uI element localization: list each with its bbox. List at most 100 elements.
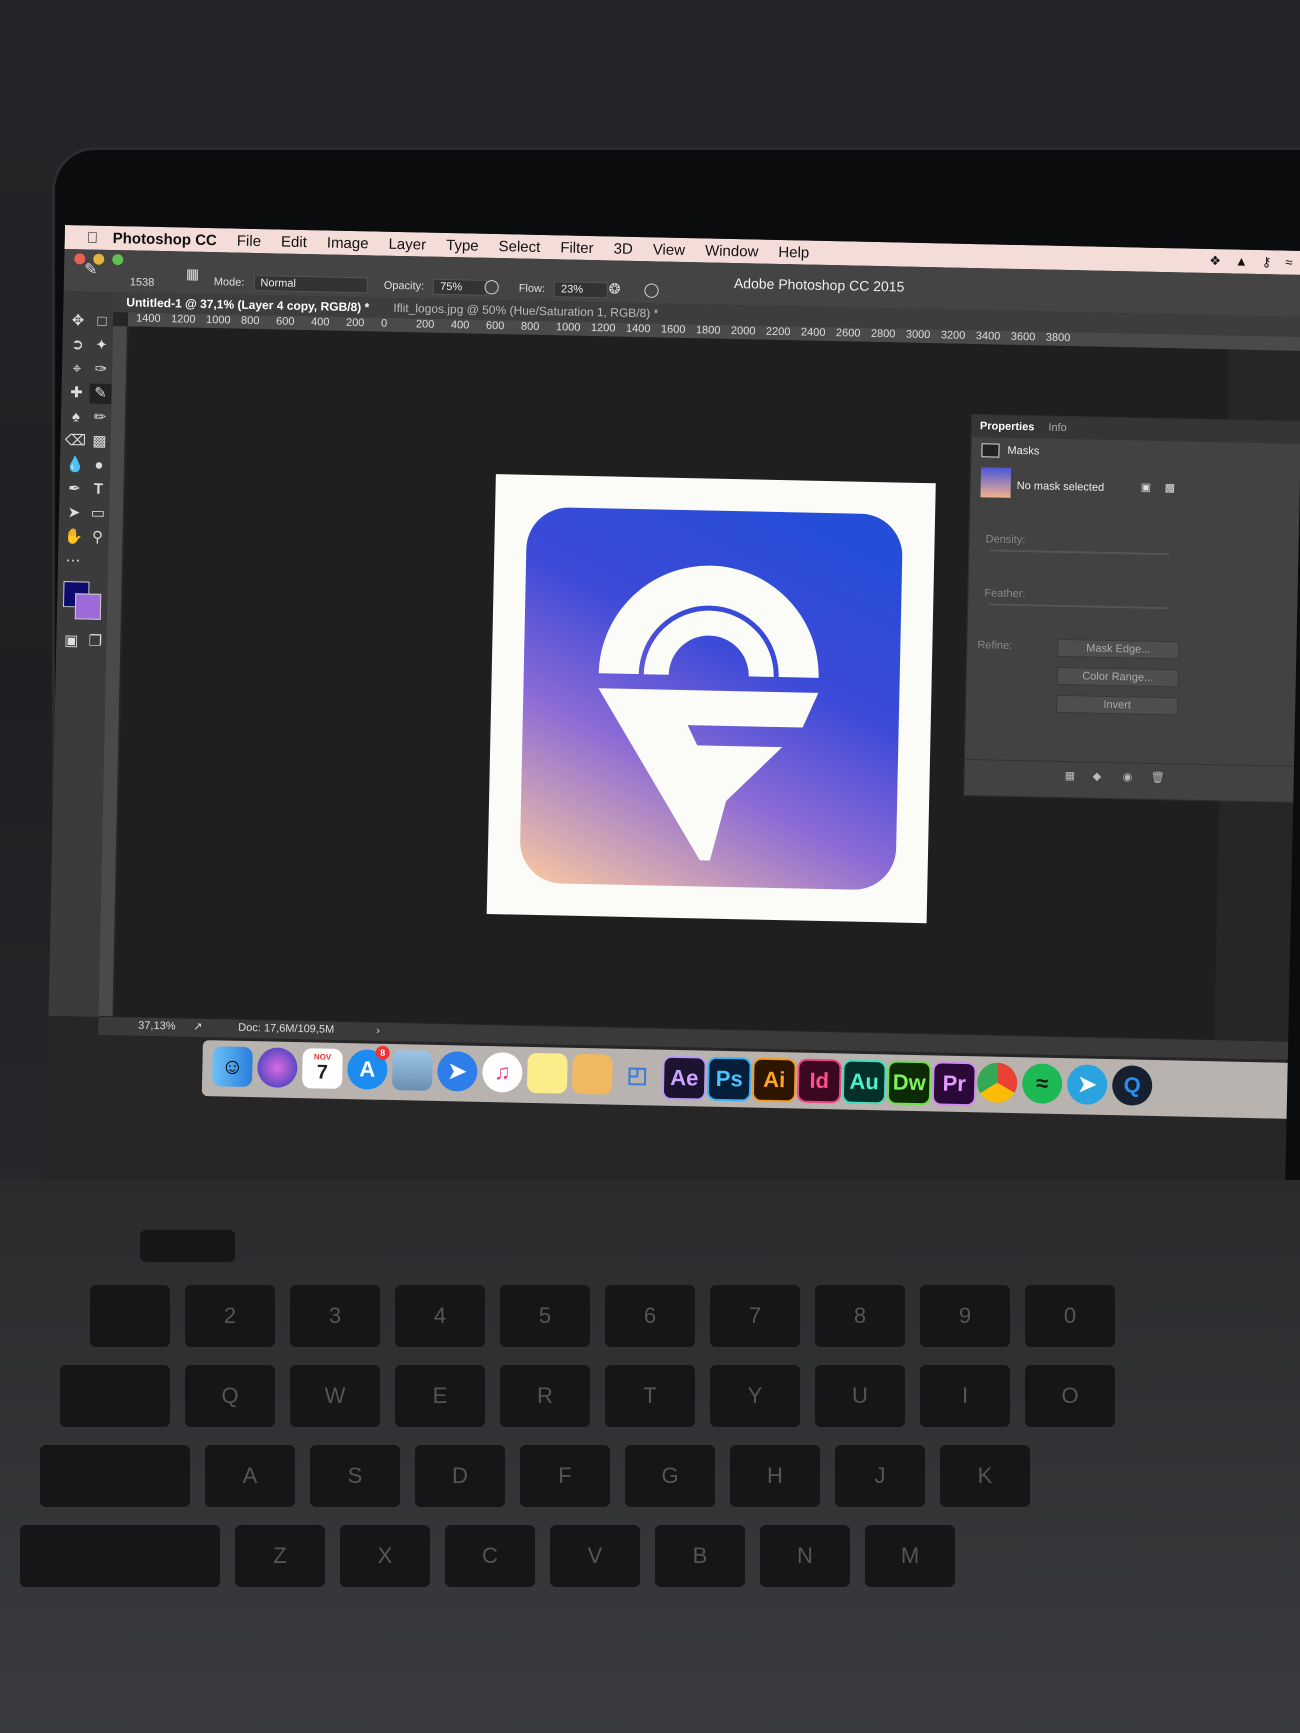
more-tools-icon[interactable]: ⋯ bbox=[62, 551, 84, 571]
notes-icon[interactable] bbox=[526, 1052, 568, 1094]
audition-icon[interactable]: Au bbox=[841, 1059, 887, 1105]
brush-panel-icon[interactable]: ▦ bbox=[186, 266, 200, 283]
key: T bbox=[605, 1365, 695, 1427]
eraser-tool-icon[interactable]: ⌫ bbox=[64, 431, 87, 451]
mask-edge-button[interactable]: Mask Edge... bbox=[1057, 638, 1180, 660]
share-icon[interactable]: ↗ bbox=[193, 1020, 202, 1033]
menu-image[interactable]: Image bbox=[327, 234, 369, 252]
preview-icon[interactable] bbox=[391, 1050, 433, 1091]
history-brush-tool-icon[interactable]: ✏ bbox=[89, 408, 111, 428]
menu-filter[interactable]: Filter bbox=[560, 239, 594, 257]
siri-icon[interactable] bbox=[256, 1047, 298, 1089]
location-pin-logo-icon bbox=[598, 565, 819, 861]
dreamweaver-icon[interactable]: Dw bbox=[886, 1060, 932, 1106]
brush-size[interactable]: 1538 bbox=[130, 276, 155, 289]
safari-icon[interactable]: ➤ bbox=[436, 1050, 478, 1092]
crop-tool-icon[interactable]: ⌖ bbox=[66, 359, 88, 379]
background-color-swatch[interactable] bbox=[74, 593, 102, 620]
key: Z bbox=[235, 1525, 325, 1587]
feather-slider[interactable] bbox=[988, 603, 1169, 610]
tab-untitled[interactable]: Untitled-1 @ 37,1% (Layer 4 copy, RGB/8)… bbox=[126, 295, 369, 314]
tab-info[interactable]: Info bbox=[1048, 422, 1067, 434]
magic-wand-tool-icon[interactable]: ✦ bbox=[90, 336, 112, 356]
eyedropper-tool-icon[interactable]: ✑ bbox=[90, 360, 112, 380]
drive-icon[interactable]: ▲ bbox=[1235, 254, 1248, 270]
healing-brush-tool-icon[interactable]: ✚ bbox=[65, 383, 87, 403]
dropbox-icon[interactable]: ❖ bbox=[1209, 253, 1221, 269]
menu-window[interactable]: Window bbox=[705, 242, 759, 260]
brush-tool-icon-active[interactable]: ✎ bbox=[89, 383, 112, 405]
gradient-tool-icon[interactable]: ▩ bbox=[88, 432, 110, 452]
menu-3d[interactable]: 3D bbox=[613, 240, 633, 257]
document-canvas[interactable] bbox=[486, 474, 936, 924]
spotify-icon[interactable]: ≈ bbox=[1021, 1063, 1063, 1105]
bluetooth-icon[interactable]: ⚷ bbox=[1262, 254, 1272, 270]
menu-layer[interactable]: Layer bbox=[388, 235, 426, 253]
after-effects-icon[interactable]: Ae bbox=[661, 1055, 707, 1101]
pressure-size-icon[interactable]: ◯ bbox=[644, 281, 660, 298]
visibility-eye-icon[interactable]: ◉ bbox=[1123, 770, 1133, 783]
menu-type[interactable]: Type bbox=[446, 236, 479, 254]
density-slider[interactable] bbox=[989, 549, 1170, 556]
blur-tool-icon[interactable]: 💧 bbox=[64, 455, 86, 475]
telegram-icon[interactable]: ➤ bbox=[1066, 1064, 1108, 1106]
quick-mask-icon[interactable]: ▣ bbox=[60, 631, 82, 651]
photoshop-icon[interactable]: Ps bbox=[706, 1056, 752, 1102]
invert-button[interactable]: Invert bbox=[1056, 694, 1179, 716]
key: 0 bbox=[1025, 1285, 1115, 1347]
hand-tool-icon[interactable]: ✋ bbox=[62, 527, 84, 547]
itunes-icon[interactable]: ♫ bbox=[481, 1051, 523, 1093]
vector-mask-icon[interactable]: ▩ bbox=[1165, 481, 1176, 494]
finder-icon[interactable]: ☺ bbox=[211, 1046, 253, 1088]
marquee-tool-icon[interactable]: □ bbox=[91, 312, 113, 332]
load-selection-icon[interactable]: ▦ bbox=[1065, 769, 1076, 782]
status-menu-arrow-icon[interactable]: › bbox=[376, 1025, 380, 1037]
app-name[interactable]: Photoshop CC bbox=[113, 230, 217, 249]
keynote-icon[interactable]: ◰ bbox=[617, 1055, 658, 1096]
flow-field[interactable]: 23% bbox=[553, 281, 609, 299]
chrome-icon[interactable] bbox=[976, 1062, 1018, 1104]
airbrush-icon[interactable]: ❂ bbox=[609, 280, 621, 297]
app-store-icon[interactable]: A 8 bbox=[346, 1045, 390, 1090]
lasso-tool-icon[interactable]: ➲ bbox=[66, 335, 88, 355]
type-tool-icon[interactable]: T bbox=[87, 480, 109, 500]
menu-select[interactable]: Select bbox=[498, 238, 540, 256]
layer-thumbnail bbox=[980, 467, 1012, 498]
menu-file[interactable]: File bbox=[237, 232, 262, 250]
pixel-mask-icon[interactable]: ▣ bbox=[1141, 481, 1152, 494]
pages-icon[interactable] bbox=[571, 1053, 613, 1095]
move-tool-icon[interactable]: ✥ bbox=[67, 311, 89, 331]
opacity-field[interactable]: 75% bbox=[433, 278, 488, 296]
zoom-button[interactable] bbox=[112, 253, 124, 266]
pen-tool-icon[interactable]: ✒ bbox=[63, 479, 85, 499]
tab-properties[interactable]: Properties bbox=[980, 420, 1035, 433]
menu-view[interactable]: View bbox=[653, 241, 686, 259]
apple-icon[interactable]:  bbox=[87, 229, 103, 246]
apply-mask-icon[interactable]: ◆ bbox=[1093, 770, 1102, 783]
tab-iflit-logos[interactable]: Iflit_logos.jpg @ 50% (Hue/Saturation 1,… bbox=[393, 301, 658, 321]
pressure-opacity-icon[interactable]: ◯ bbox=[484, 278, 500, 295]
wifi-icon[interactable]: ≈ bbox=[1285, 255, 1292, 271]
brush-tool-icon[interactable]: ✎ bbox=[84, 259, 98, 279]
color-range-button[interactable]: Color Range... bbox=[1056, 666, 1179, 688]
mask-status: No mask selected bbox=[1016, 479, 1105, 494]
menu-edit[interactable]: Edit bbox=[281, 233, 307, 251]
quicktime-icon[interactable]: Q bbox=[1111, 1065, 1153, 1106]
tab-key bbox=[60, 1365, 170, 1427]
ruler-tick-label: 600 bbox=[275, 315, 295, 328]
illustrator-icon[interactable]: Ai bbox=[751, 1057, 797, 1103]
rectangle-tool-icon[interactable]: ▭ bbox=[87, 504, 109, 524]
zoom-level[interactable]: 37,13% bbox=[138, 1020, 176, 1033]
mode-select[interactable]: Normal bbox=[253, 274, 368, 294]
menu-help[interactable]: Help bbox=[778, 243, 809, 261]
screen-mode-icon[interactable]: ❐ bbox=[84, 631, 106, 651]
indesign-icon[interactable]: Id bbox=[796, 1058, 842, 1104]
stamp-tool-icon[interactable]: ♠ bbox=[65, 407, 87, 427]
zoom-tool-icon[interactable]: ⚲ bbox=[86, 528, 108, 548]
delete-trash-icon[interactable]: 🗑 bbox=[1151, 771, 1165, 784]
ruler-tick-label: 2200 bbox=[765, 325, 791, 339]
ruler-tick-label: 3000 bbox=[905, 328, 931, 342]
dodge-tool-icon[interactable]: ● bbox=[88, 456, 110, 476]
premiere-icon[interactable]: Pr bbox=[931, 1061, 977, 1107]
path-selection-tool-icon[interactable]: ➤ bbox=[63, 503, 85, 523]
